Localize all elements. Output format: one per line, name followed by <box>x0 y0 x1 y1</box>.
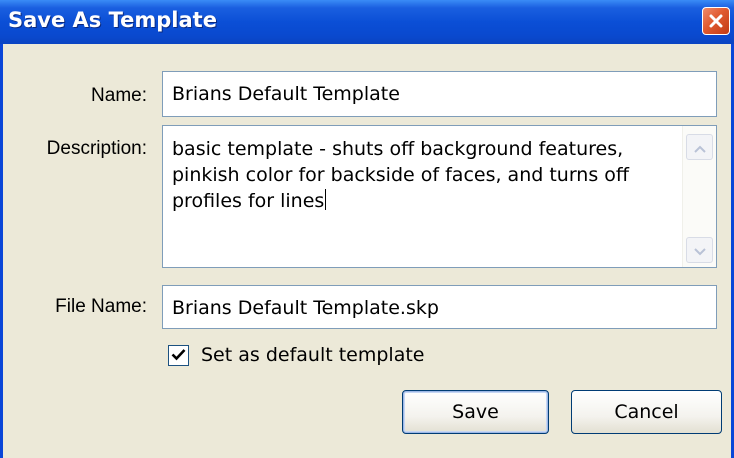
cancel-button-label: Cancel <box>614 401 679 423</box>
close-icon <box>708 13 724 29</box>
chevron-up-icon <box>693 134 706 160</box>
close-button[interactable] <box>702 7 730 35</box>
scroll-up-button[interactable] <box>686 134 713 160</box>
checkmark-icon <box>171 346 186 365</box>
default-template-option[interactable]: Set as default template <box>168 341 424 369</box>
filename-input-value: Brians Default Template.skp <box>172 297 439 319</box>
title-bar[interactable]: Save As Template <box>0 0 734 44</box>
description-value: basic template - shuts off background fe… <box>172 138 630 212</box>
name-label: Name: <box>91 85 147 106</box>
description-label: Description: <box>46 138 147 159</box>
name-input[interactable]: Brians Default Template <box>162 71 717 117</box>
description-textarea[interactable]: basic template - shuts off background fe… <box>162 125 717 268</box>
description-scrollbar[interactable] <box>682 126 716 267</box>
chevron-down-icon <box>693 237 706 263</box>
default-template-checkbox[interactable] <box>168 344 189 366</box>
cancel-button[interactable]: Cancel <box>571 390 722 434</box>
text-caret <box>325 189 327 210</box>
save-as-template-dialog: Save As Template Name: Brians Default Te… <box>0 0 734 458</box>
scroll-down-button[interactable] <box>686 237 713 263</box>
save-button[interactable]: Save <box>402 390 549 434</box>
save-button-label: Save <box>452 401 499 423</box>
filename-input[interactable]: Brians Default Template.skp <box>162 285 717 329</box>
default-template-label: Set as default template <box>201 344 425 366</box>
filename-label: File Name: <box>55 296 147 317</box>
dialog-title: Save As Template <box>8 8 217 32</box>
name-input-value: Brians Default Template <box>172 83 400 105</box>
